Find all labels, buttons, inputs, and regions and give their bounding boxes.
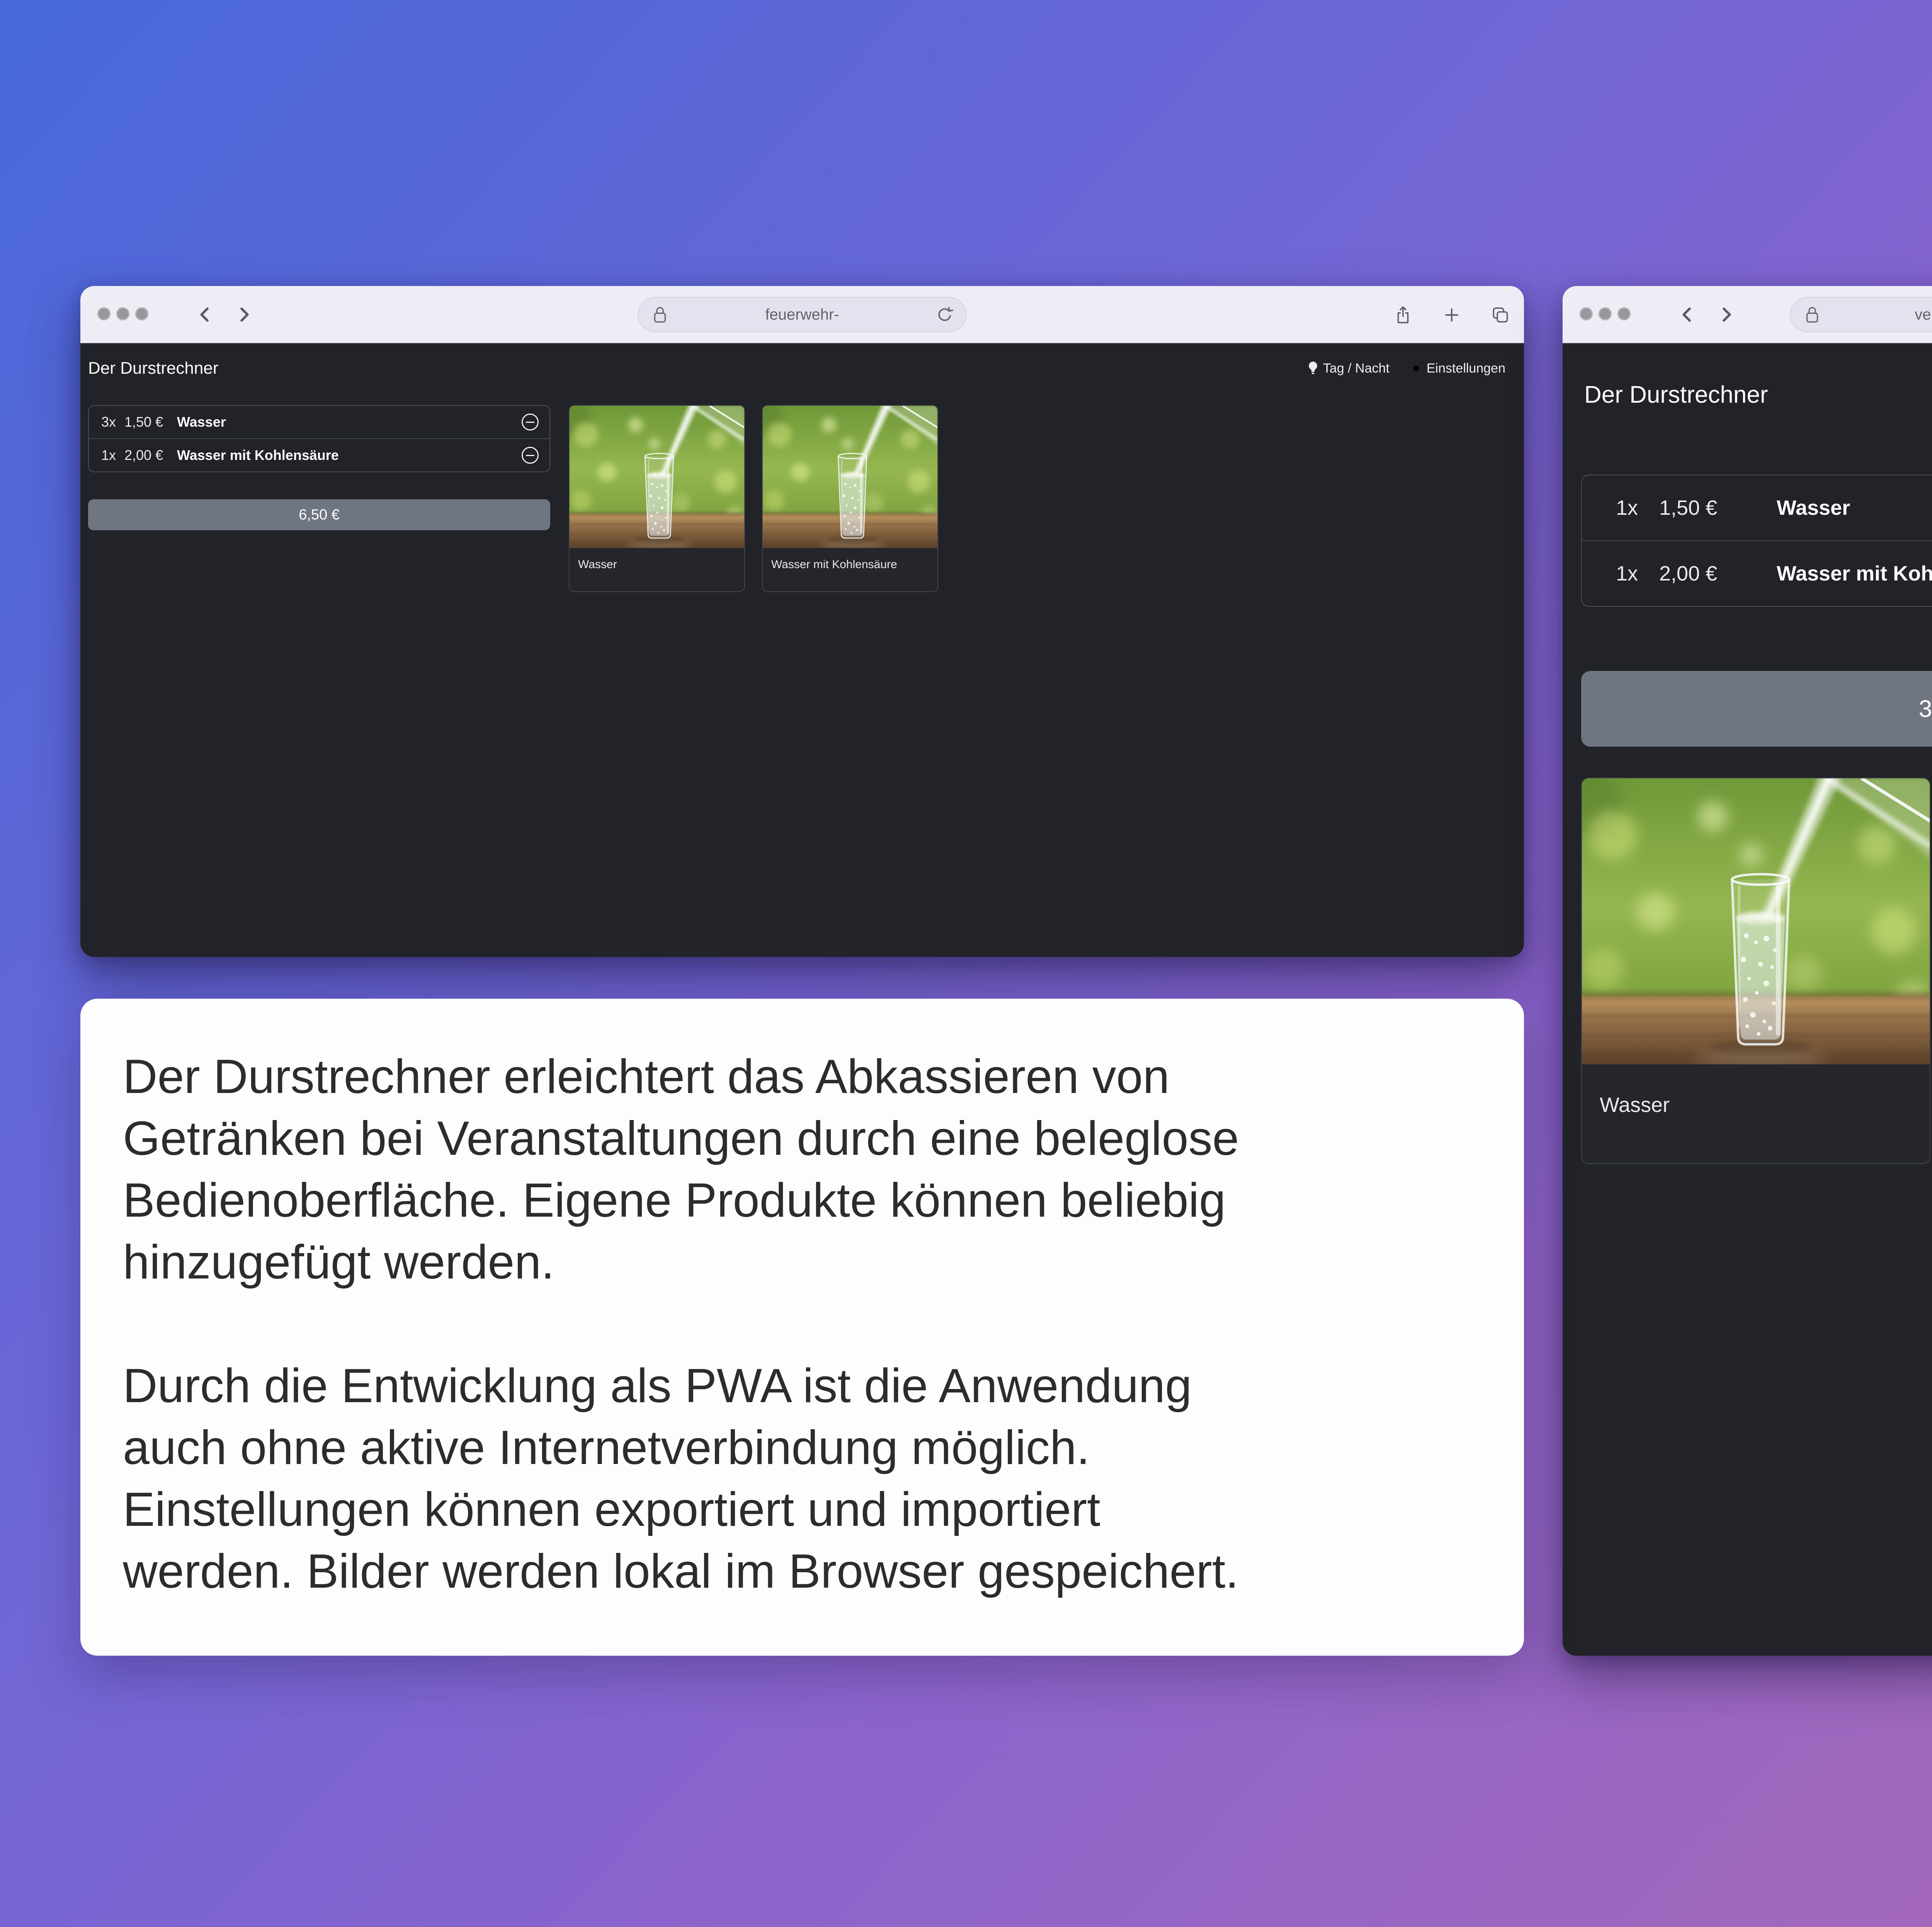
- product-photo: [763, 406, 937, 548]
- app-title: Der Durstrechner: [1584, 381, 1768, 409]
- cart-item: 3x 1,50 € Wasser: [89, 406, 549, 438]
- product-photo: [570, 406, 744, 548]
- cart-item: 1x 2,00 € Wasser mit Kohlensäure: [89, 438, 549, 472]
- gear-icon: [1410, 362, 1423, 375]
- lock-icon: [651, 304, 668, 325]
- product-grid: Wasser Wasser mit Kohlensäure: [1581, 778, 1932, 1164]
- item-qty: 1x: [1616, 496, 1659, 520]
- remove-item-button[interactable]: [522, 414, 539, 431]
- address-bar[interactable]: vercel.com: [1790, 297, 1932, 332]
- back-button[interactable]: [196, 306, 214, 323]
- share-button[interactable]: [1394, 305, 1412, 325]
- forward-button[interactable]: [1717, 306, 1735, 323]
- item-price: 1,50 €: [124, 414, 177, 430]
- address-bar[interactable]: feuerwehr-: [638, 297, 967, 332]
- reload-button[interactable]: [935, 305, 954, 324]
- item-name: Wasser: [177, 414, 522, 430]
- browser-window-mobile: vercel.com Der Durstrechner 1x 1,50 € Wa…: [1563, 286, 1932, 1656]
- cart-item: 1x 1,50 € Wasser: [1582, 475, 1932, 540]
- product-card[interactable]: Wasser mit Kohlensäure: [762, 405, 938, 592]
- description-card: Der Durstrechner erleichtert das Abkassi…: [80, 999, 1524, 1656]
- item-name: Wasser: [1777, 496, 1932, 520]
- settings-button[interactable]: Einstellungen: [1410, 361, 1505, 376]
- url-text: feuerwehr-: [765, 306, 839, 323]
- product-name-label: Wasser: [570, 548, 744, 571]
- cart-list: 1x 1,50 € Wasser 1x 2,00 € Wasser mit Ko…: [1581, 475, 1932, 607]
- tabs-overview-button[interactable]: [1492, 305, 1509, 325]
- traffic-light-close[interactable]: [1580, 307, 1593, 320]
- browser-toolbar: vercel.com: [1563, 286, 1932, 343]
- desktop-background: feuerwehr- Der Durstrechner Tag / Nacht …: [0, 0, 1932, 1927]
- nav-buttons: [196, 306, 253, 323]
- url-text: vercel.com: [1915, 306, 1932, 323]
- day-night-button[interactable]: Tag / Nacht: [1307, 360, 1389, 376]
- traffic-lights: [1580, 307, 1631, 320]
- item-qty: 3x: [101, 414, 124, 430]
- cart-item: 1x 2,00 € Wasser mit Kohlensäure: [1582, 540, 1932, 606]
- traffic-light-minimize[interactable]: [1599, 307, 1612, 320]
- back-button[interactable]: [1679, 306, 1696, 323]
- product-card[interactable]: Wasser: [569, 405, 745, 592]
- total-button[interactable]: 3,50 €: [1581, 671, 1932, 747]
- settings-label: Einstellungen: [1427, 361, 1505, 376]
- new-tab-button[interactable]: [1443, 305, 1461, 325]
- cart-list: 3x 1,50 € Wasser 1x 2,00 € Wasser mit Ko…: [88, 405, 550, 472]
- toolbar-actions: [1394, 305, 1509, 325]
- browser-window-desktop: feuerwehr- Der Durstrechner Tag / Nacht …: [80, 286, 1524, 957]
- traffic-light-maximize[interactable]: [135, 307, 148, 320]
- app-view-mobile: Der Durstrechner 1x 1,50 € Wasser 1x 2,0…: [1563, 343, 1932, 1656]
- item-qty: 1x: [1616, 562, 1659, 586]
- day-night-label: Tag / Nacht: [1323, 361, 1389, 376]
- product-grid: Wasser Wasser mit Kohlensäure: [569, 405, 938, 592]
- traffic-light-minimize[interactable]: [116, 307, 129, 320]
- item-price: 2,00 €: [124, 447, 177, 463]
- remove-item-button[interactable]: [522, 447, 539, 464]
- traffic-light-close[interactable]: [97, 307, 111, 320]
- item-name: Wasser mit Kohlensäure: [177, 447, 522, 463]
- app-view-desktop: Der Durstrechner Tag / Nacht Einstellung…: [80, 343, 1524, 957]
- lightbulb-icon: [1307, 360, 1319, 376]
- description-paragraph-1: Der Durstrechner erleichtert das Abkassi…: [123, 1046, 1481, 1293]
- nav-buttons: [1679, 306, 1735, 323]
- product-card[interactable]: Wasser: [1581, 778, 1930, 1164]
- item-price: 1,50 €: [1659, 496, 1777, 520]
- item-price: 2,00 €: [1659, 562, 1777, 586]
- product-name-label: Wasser mit Kohlensäure: [763, 548, 937, 571]
- item-qty: 1x: [101, 447, 124, 463]
- forward-button[interactable]: [235, 306, 253, 323]
- product-photo: [1582, 778, 1930, 1064]
- traffic-lights: [97, 307, 148, 320]
- lock-icon: [1804, 304, 1821, 325]
- description-paragraph-2: Durch die Entwicklung als PWA ist die An…: [123, 1355, 1481, 1602]
- product-name-label: Wasser: [1582, 1064, 1930, 1117]
- browser-toolbar: feuerwehr-: [80, 286, 1524, 343]
- item-name: Wasser mit Kohlensäure: [1777, 562, 1932, 586]
- total-button[interactable]: 6,50 €: [88, 499, 550, 530]
- traffic-light-maximize[interactable]: [1617, 307, 1631, 320]
- app-title: Der Durstrechner: [88, 359, 218, 378]
- app-header-actions: Tag / Nacht Einstellungen: [1307, 360, 1505, 376]
